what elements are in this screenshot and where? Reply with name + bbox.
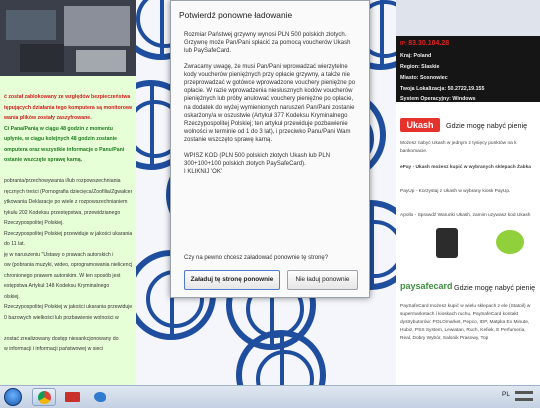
info-row: Kraj: Poland (400, 53, 432, 59)
dialog-paragraph: Rozmiar Państwej grzywny wynosi PLN 500 … (184, 32, 351, 55)
warning-line: estępstwa Artykuł 148 Kodeksu Kryminalne… (4, 283, 110, 289)
ip-value: 83.30.104.28 (408, 40, 450, 47)
paysafecard-title: Gdzie mogę nabyć pienię (454, 283, 536, 292)
warning-line: Rzeczypospolitej Polskiej w jakości ukar… (4, 304, 132, 310)
warning-line: omputera oraz wszystkie informacje o Pan… (4, 146, 125, 153)
warning-line: upłynie, w ciągu kolejnych 48 godzin zos… (4, 136, 117, 142)
dialog-paragraph: WPISZ KOD (PLN 500 polskich złotych Ukas… (184, 152, 331, 176)
apollo-text: Apollo - Sprawdź Warunki Ukash, zamim uz… (400, 213, 531, 218)
epay-text: ePay - Ukash możesz kupić w wybranych sk… (400, 165, 531, 170)
ukash-title: Gdzie mogę nabyć pienię (446, 121, 528, 130)
dialog-title: Potwierdź ponowne ładowanie (179, 10, 293, 20)
warning-line: ję w naruszeniu "Ustawy o prawach autors… (4, 251, 114, 258)
warning-line: Rzeczypospolitej Polskiej. (4, 220, 64, 226)
warning-line: zostać zrealizowany dostęp niesankcjonow… (4, 335, 119, 342)
warning-line: tykułu 202 Kodeksu przestępstwa, przewid… (4, 209, 121, 216)
phone-icon (436, 228, 458, 258)
dialog-question: Czy na pewno chcesz załadować ponownie t… (184, 255, 329, 261)
warning-line: pobrania/przechowywania i/lub rozpowszec… (4, 178, 121, 184)
warning-line (4, 166, 132, 177)
reload-page-button[interactable]: Załaduj tę stronę ponownie (184, 270, 280, 290)
browser-chrome-strip (396, 0, 540, 36)
apay-logo-icon (496, 230, 524, 254)
warning-line: wania plików zostały zaszyfrowane. (4, 115, 92, 121)
warning-line: ręcznych treści (Pornografia dziecięca/Z… (4, 188, 132, 195)
warning-line (4, 323, 132, 334)
paysafecard-logo: paysafecard (400, 281, 453, 291)
warning-line: ow (pobrania muzyki, wideo, oprogramowan… (4, 262, 132, 268)
warning-line: ostanie wszczęte sprawę karną. (4, 157, 83, 163)
warning-line: 0 bazowych wielkości lub pozbawienie wol… (4, 314, 119, 321)
clock[interactable] (515, 389, 533, 401)
payup-text: PayUp - Korzystaj z Ukash w wybrany kios… (400, 189, 511, 194)
taskbar-mail[interactable] (60, 388, 84, 406)
windows-logo-icon (4, 388, 22, 406)
taskbar-chrome[interactable] (32, 388, 56, 406)
info-row: Miasto: Sosnowiec (400, 75, 448, 81)
ukash-logo: Ukash (400, 118, 440, 132)
taskbar: PL (0, 385, 540, 408)
warning-line: Ci Pana/Panią w ciągu 48 godzin z moment… (4, 125, 113, 132)
ip-row: IP: 83.30.104.28 (400, 40, 450, 47)
confirm-reload-dialog: Potwierdź ponowne ładowanie Rozmiar Pańs… (170, 0, 370, 298)
dialog-body: Rozmiar Państwej grzywny wynosi PLN 500 … (184, 31, 358, 183)
dont-reload-button[interactable]: Nie ładuj ponownie (287, 270, 358, 290)
info-row: Twoja Lokalizacja: 50.2722,19.155 (400, 86, 485, 92)
bird-icon (94, 392, 106, 402)
warning-line: tępujących działania tego komputera są m… (4, 104, 132, 111)
ukash-text: Możesz nabyć Ukash w jednym z tysięcy pu… (400, 141, 517, 154)
warning-line: ć został zablokowany ze względów bezpiec… (4, 94, 132, 100)
info-row: System Operacyjny: Windows (400, 96, 476, 102)
language-indicator[interactable]: PL (502, 391, 510, 398)
chrome-icon (38, 391, 51, 404)
paysafecard-text: PaySafeCard możesz kupić w wielu sklepac… (400, 304, 531, 341)
warning-line: do 11 lat. (4, 241, 25, 247)
location-info-panel: IP: 83.30.104.28 Kraj: Poland Region: Sl… (396, 36, 540, 102)
warning-line: w informacji i informacji państwowej w s… (4, 346, 104, 352)
warning-text: ć został zablokowany ze względów bezpiec… (4, 92, 132, 355)
warning-line: olskiej. (4, 293, 20, 300)
surveillance-photo (0, 0, 136, 76)
warning-line: chronionego prawem autorskim. W ten spos… (4, 272, 121, 279)
mail-icon (65, 392, 80, 402)
info-row: Region: Slaskie (400, 64, 440, 70)
warning-line: ytkowania Deklaracje po wiele z rozpowsz… (4, 199, 128, 205)
dialog-paragraph: Zwracamy uwagę, że musi Pan/Pani wprowad… (184, 63, 356, 144)
start-button[interactable] (2, 388, 24, 406)
warning-line: Rzeczypospolitej Polskiej przewiduje w j… (4, 230, 132, 237)
taskbar-bird-app[interactable] (88, 388, 112, 406)
left-warning-column: ć został zablokowany ze względów bezpiec… (0, 0, 136, 385)
